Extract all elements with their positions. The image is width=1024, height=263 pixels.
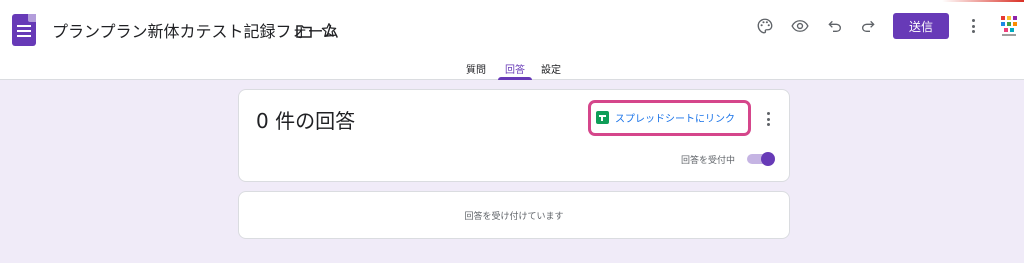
accepting-responses-toggle[interactable] <box>747 152 775 166</box>
responses-status-card: 回答を受け付けています <box>238 191 790 239</box>
link-to-sheets-button[interactable]: スプレッドシートにリンク <box>596 110 735 125</box>
active-tab-indicator <box>498 77 532 80</box>
tab-questions[interactable]: 質問 <box>466 61 486 76</box>
top-accent-line <box>0 0 1024 2</box>
responses-summary-card: 0 件の回答 スプレッドシートにリンク 回答を受付中 <box>238 89 790 182</box>
star-icon[interactable] <box>318 19 340 41</box>
undo-icon[interactable] <box>824 15 846 37</box>
app-header: プランプラン新体カテスト記録フォーム 送信 質問 回答 設定 <box>0 0 1024 80</box>
palette-icon[interactable] <box>754 15 776 37</box>
sheets-icon <box>596 111 609 124</box>
more-vert-icon[interactable] <box>971 19 975 33</box>
redo-icon[interactable] <box>857 15 879 37</box>
send-button[interactable]: 送信 <box>893 13 949 39</box>
eye-icon[interactable] <box>789 15 811 37</box>
tab-responses[interactable]: 回答 <box>505 61 525 76</box>
response-count-title: 0 件の回答 <box>256 109 356 133</box>
google-forms-icon[interactable] <box>12 14 36 46</box>
tab-bar: 質問 回答 設定 <box>0 56 1024 80</box>
link-to-sheets-label: スプレッドシートにリンク <box>615 114 735 125</box>
accepting-responses-label: 回答を受付中 <box>681 156 736 166</box>
avatar[interactable] <box>998 14 1020 38</box>
tab-settings[interactable]: 設定 <box>541 61 561 76</box>
responses-more-icon[interactable] <box>766 112 770 126</box>
folder-icon[interactable] <box>293 20 315 42</box>
accepting-status-message: 回答を受け付けています <box>464 212 564 222</box>
